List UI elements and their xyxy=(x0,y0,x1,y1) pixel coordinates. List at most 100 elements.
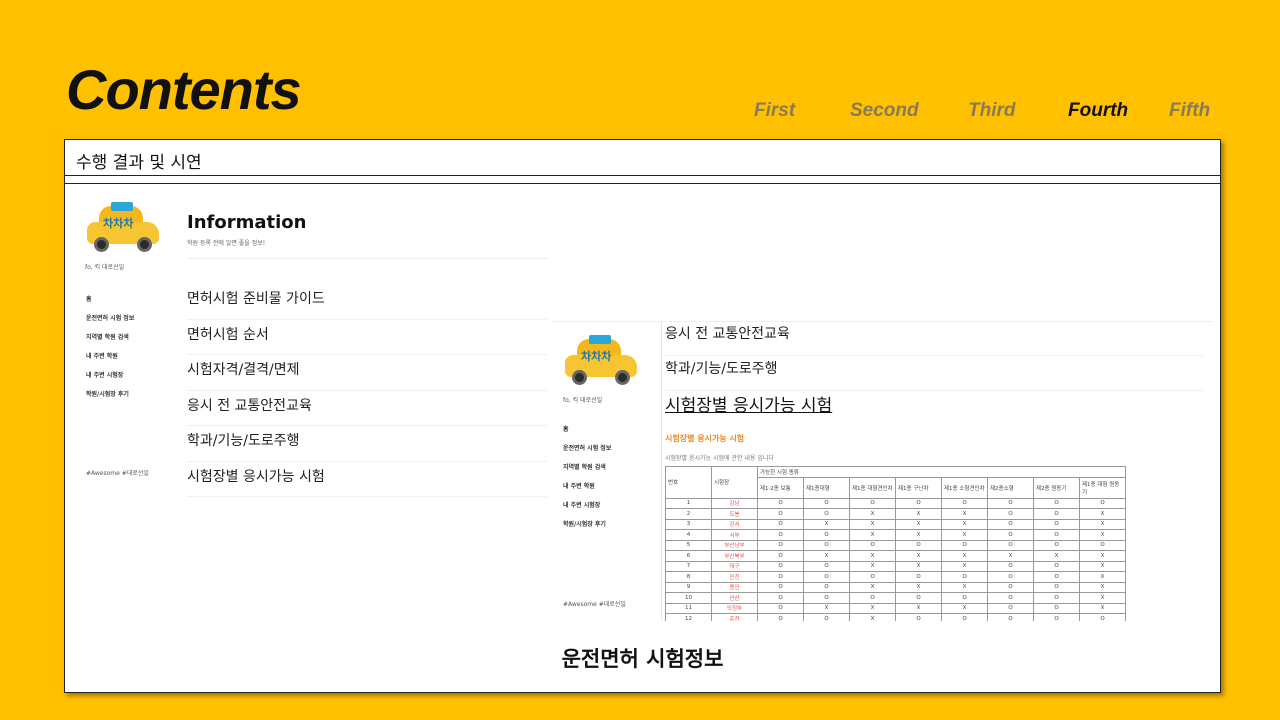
cell-availability: O xyxy=(757,550,804,562)
cell-availability: O xyxy=(987,508,1034,520)
cell-availability: O xyxy=(1033,508,1080,520)
list-item[interactable]: 응시 전 교통안전교육 xyxy=(665,321,1203,356)
cell-availability: X xyxy=(803,550,850,562)
sidebar-item-reviews[interactable]: 학원/시험장 후기 xyxy=(563,519,611,538)
list-item[interactable]: 면허시험 준비물 가이드 xyxy=(187,284,547,320)
table-row: 12 춘천 O O X O O O O O xyxy=(665,613,1126,621)
cell-availability: O xyxy=(757,539,804,551)
cell-availability: O xyxy=(757,518,804,530)
cell-availability: X xyxy=(895,581,942,593)
exam-site-table: 번호 시험장 가능한 시험 종류 제1·2종 보통 제1종대형 제1종 대형견인차 제… xyxy=(665,466,1126,621)
cell-availability: O xyxy=(1079,497,1126,509)
list-item[interactable]: 시험장별 응시가능 시험 xyxy=(187,462,547,497)
cell-availability: O xyxy=(757,592,804,604)
cell-availability: O xyxy=(1033,602,1080,614)
sidebar-item-nearby-academy[interactable]: 내 주변 학원 xyxy=(86,351,134,370)
frame-divider xyxy=(65,183,1220,184)
cell-availability: O xyxy=(849,497,896,509)
logo-text: 차차차 xyxy=(581,350,612,363)
cell-availability: X xyxy=(1079,592,1126,604)
column-header-type: 제1종 소형견인차 xyxy=(941,476,988,499)
cell-availability: X xyxy=(941,560,988,572)
sidebar-item-exam-info[interactable]: 운전면허 시험 정보 xyxy=(563,443,611,462)
table-row: 10 안산 O O O O O O O X xyxy=(665,592,1126,604)
cell-availability: O xyxy=(895,613,942,621)
nav-third[interactable]: Third xyxy=(968,100,1016,122)
sidebar-item-nearby-academy[interactable]: 내 주변 학원 xyxy=(563,481,611,500)
cell-availability: X xyxy=(941,602,988,614)
cell-availability: X xyxy=(941,550,988,562)
page-title: Information xyxy=(187,212,307,233)
cell-availability: O xyxy=(895,539,942,551)
list-item[interactable]: 면허시험 순서 xyxy=(187,320,547,355)
cell-availability: O xyxy=(895,571,942,583)
list-item[interactable]: 학과/기능/도로주행 xyxy=(187,426,547,462)
nav-fifth[interactable]: Fifth xyxy=(1169,100,1210,122)
sidebar-item-reviews[interactable]: 학원/시험장 후기 xyxy=(86,389,134,408)
column-header-type: 제1종 구난차 xyxy=(895,476,942,499)
sidebar-item-home[interactable]: 홈 xyxy=(86,294,134,313)
cell-availability: O xyxy=(987,602,1034,614)
cell-no: 9 xyxy=(665,581,712,593)
logo-text: 차차차 xyxy=(103,217,134,230)
sidebar-item-exam-info[interactable]: 운전면허 시험 정보 xyxy=(86,313,134,332)
cell-no: 3 xyxy=(665,518,712,530)
cell-availability: O xyxy=(757,571,804,583)
cell-no: 5 xyxy=(665,539,712,551)
content-frame: 수행 결과 및 시연 차차차 fo, 킥 대로선일 홈 운전면허 시험 정보 지… xyxy=(64,139,1221,693)
cell-place: 서부 xyxy=(711,529,758,541)
column-header-place: 시험장 xyxy=(711,466,758,499)
sidebar-item-academy-search[interactable]: 지역별 학원 검색 xyxy=(86,332,134,351)
nav-second[interactable]: Second xyxy=(850,100,919,122)
cell-availability: O xyxy=(803,529,850,541)
sidebar-footer: #Awesome #대로선일 xyxy=(86,470,149,477)
cell-availability: X xyxy=(1079,571,1126,583)
cell-availability: O xyxy=(757,602,804,614)
cell-availability: O xyxy=(757,613,804,621)
cell-place: 의정부 xyxy=(711,602,758,614)
car-logo-icon[interactable]: 차차차 fo, 킥 대로선일 xyxy=(563,335,641,404)
table-row: 6 부산북부 O X X X X X X X xyxy=(665,550,1126,562)
cell-availability: O xyxy=(941,592,988,604)
sidebar-item-nearby-test-site[interactable]: 내 주변 시험장 xyxy=(563,500,611,519)
cell-availability: O xyxy=(1033,592,1080,604)
column-group-header: 가능한 시험 종류 xyxy=(757,466,1126,478)
cell-place: 대구 xyxy=(711,560,758,572)
section-title: 시험장별 응시가능 시험 xyxy=(665,434,745,443)
cell-availability: O xyxy=(803,497,850,509)
sidebar-item-home[interactable]: 홈 xyxy=(563,424,611,443)
cell-availability: O xyxy=(849,539,896,551)
cell-availability: X xyxy=(895,508,942,520)
cell-availability: X xyxy=(1079,550,1126,562)
column-header-type: 제1종대형 xyxy=(803,476,850,499)
cell-availability: O xyxy=(895,497,942,509)
cell-availability: O xyxy=(941,539,988,551)
nav-fourth[interactable]: Fourth xyxy=(1068,100,1128,122)
cell-availability: X xyxy=(1079,529,1126,541)
cell-availability: O xyxy=(1033,560,1080,572)
column-header-no: 번호 xyxy=(665,466,712,499)
cell-place: 안산 xyxy=(711,592,758,604)
list-item[interactable]: 학과/기능/도로주행 xyxy=(665,356,1203,391)
frame-caption: 운전면허 시험정보 xyxy=(561,647,724,671)
cell-no: 8 xyxy=(665,571,712,583)
cell-place: 용인 xyxy=(711,581,758,593)
sidebar-footer: #Awesome #대로선일 xyxy=(563,601,626,608)
cell-no: 1 xyxy=(665,497,712,509)
list-item-active[interactable]: 시험장별 응시가능 시험 xyxy=(665,391,1203,426)
cell-availability: O xyxy=(987,581,1034,593)
divider xyxy=(187,258,549,259)
nav-first[interactable]: First xyxy=(754,100,795,122)
car-logo-icon[interactable]: 차차차 fo, 킥 대로선일 xyxy=(85,202,163,271)
cell-availability: O xyxy=(803,613,850,621)
list-item[interactable]: 시험자격/결격/면제 xyxy=(187,355,547,391)
table-row: 3 강서 O X X X X O O X xyxy=(665,518,1126,530)
cell-availability: O xyxy=(803,571,850,583)
list-item[interactable]: 응시 전 교통안전교육 xyxy=(187,391,547,426)
cell-availability: X xyxy=(803,602,850,614)
sidebar-item-academy-search[interactable]: 지역별 학원 검색 xyxy=(563,462,611,481)
cell-availability: X xyxy=(941,518,988,530)
cell-availability: O xyxy=(757,560,804,572)
cell-no: 7 xyxy=(665,560,712,572)
sidebar-item-nearby-test-site[interactable]: 내 주변 시험장 xyxy=(86,370,134,389)
